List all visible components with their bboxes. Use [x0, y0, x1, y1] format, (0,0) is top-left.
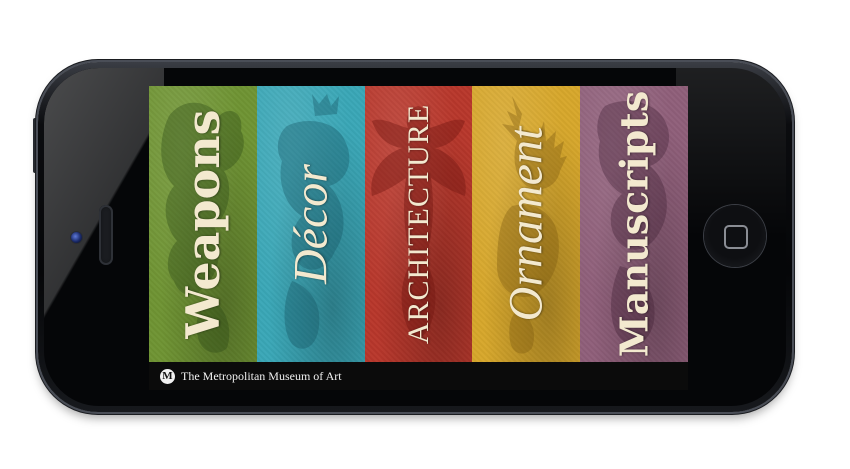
category-label: Décor	[284, 164, 338, 284]
category-architecture[interactable]: ARCHITECTURE	[365, 86, 472, 362]
category-label: Weapons	[176, 109, 230, 339]
app-footer: M The Metropolitan Museum of Art	[149, 362, 688, 390]
museum-name: The Metropolitan Museum of Art	[181, 369, 342, 383]
category-ornament[interactable]: Ornament	[472, 86, 580, 362]
category-manuscripts[interactable]: Manuscripts	[580, 86, 688, 362]
category-decor[interactable]: Décor	[257, 86, 365, 362]
earpiece-speaker	[99, 205, 113, 265]
category-panels: Weapons Décor ARCHITECTURE Ornament Manu…	[149, 86, 688, 362]
category-label: Manuscripts	[611, 90, 657, 358]
category-label: ARCHITECTURE	[401, 103, 435, 345]
front-camera-icon	[70, 231, 83, 244]
category-weapons[interactable]: Weapons	[149, 86, 257, 362]
category-label: Ornament	[499, 126, 553, 322]
home-square-icon	[724, 225, 748, 249]
met-logo[interactable]: M	[160, 369, 175, 384]
home-button[interactable]	[704, 205, 766, 267]
app-screen: Weapons Décor ARCHITECTURE Ornament Manu…	[149, 86, 688, 390]
